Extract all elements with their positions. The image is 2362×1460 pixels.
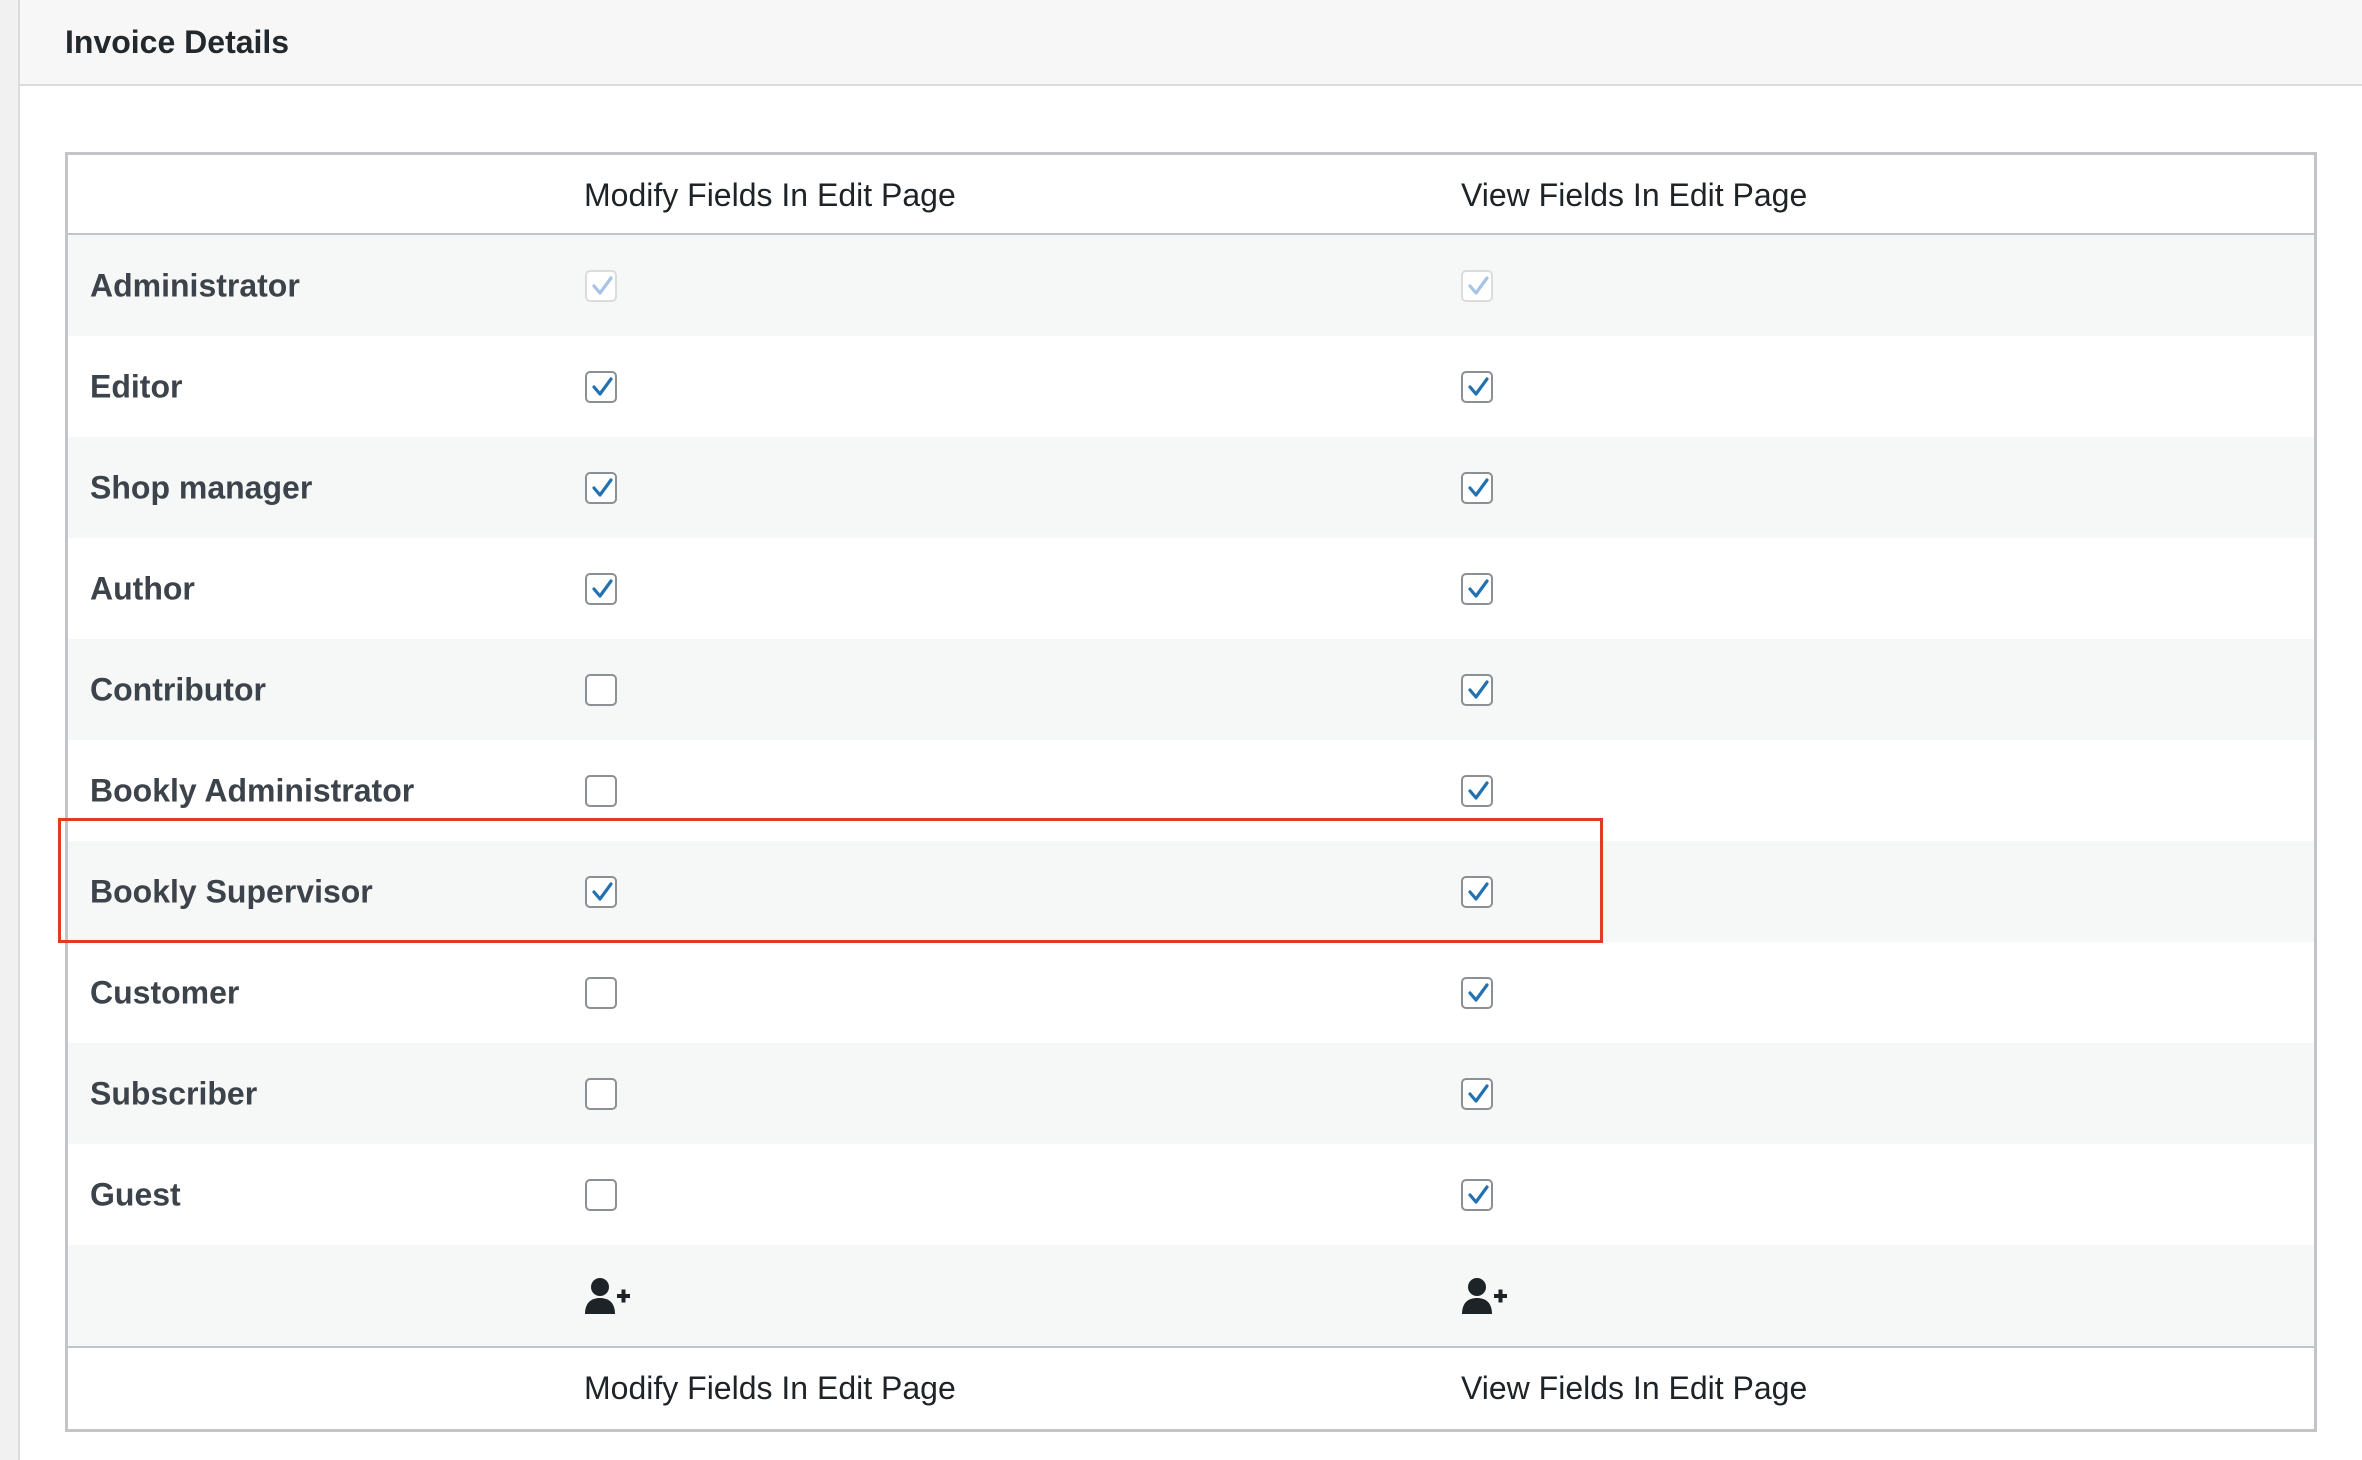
invoice-details-panel: Invoice Details Modify Fields In Edit Pa… bbox=[18, 0, 2362, 1460]
table-row: Subscriber bbox=[68, 1043, 2314, 1144]
table-header-row: Modify Fields In Edit Page View Fields I… bbox=[68, 155, 2314, 235]
table-row: Guest bbox=[68, 1144, 2314, 1245]
table-row: Bookly Administrator bbox=[68, 740, 2314, 841]
modify-checkbox[interactable] bbox=[585, 774, 617, 807]
view-checkbox[interactable] bbox=[1461, 572, 1493, 605]
modify-checkbox[interactable] bbox=[585, 1178, 617, 1211]
header-modify-fields: Modify Fields In Edit Page bbox=[584, 177, 956, 213]
role-label: Guest bbox=[90, 1176, 181, 1212]
modify-checkbox[interactable] bbox=[585, 269, 617, 302]
view-checkbox[interactable] bbox=[1461, 370, 1493, 403]
modify-checkbox[interactable] bbox=[585, 875, 617, 908]
role-label: Bookly Administrator bbox=[90, 772, 415, 808]
user-plus-icon[interactable] bbox=[584, 1276, 632, 1316]
view-checkbox[interactable] bbox=[1461, 875, 1493, 908]
footer-view-fields: View Fields In Edit Page bbox=[1461, 1370, 1808, 1406]
footer-modify-fields: Modify Fields In Edit Page bbox=[584, 1370, 956, 1406]
permissions-table: Modify Fields In Edit Page View Fields I… bbox=[65, 152, 2317, 1432]
role-label: Bookly Supervisor bbox=[90, 873, 373, 909]
view-checkbox[interactable] bbox=[1461, 1178, 1493, 1211]
modify-checkbox[interactable] bbox=[585, 572, 617, 605]
modify-checkbox[interactable] bbox=[585, 370, 617, 403]
view-checkbox[interactable] bbox=[1461, 471, 1493, 504]
modify-checkbox[interactable] bbox=[585, 976, 617, 1009]
user-plus-icon[interactable] bbox=[1461, 1276, 1509, 1316]
view-checkbox[interactable] bbox=[1461, 269, 1493, 302]
modify-checkbox[interactable] bbox=[585, 673, 617, 706]
role-label: Contributor bbox=[90, 671, 266, 707]
view-checkbox[interactable] bbox=[1461, 1077, 1493, 1110]
table-row: Customer bbox=[68, 942, 2314, 1043]
modify-checkbox[interactable] bbox=[585, 1077, 617, 1110]
role-label: Administrator bbox=[90, 267, 300, 303]
table-row: Shop manager bbox=[68, 437, 2314, 538]
modify-checkbox[interactable] bbox=[585, 471, 617, 504]
view-checkbox[interactable] bbox=[1461, 976, 1493, 1009]
table-row: Administrator bbox=[68, 235, 2314, 336]
view-checkbox[interactable] bbox=[1461, 774, 1493, 807]
role-label: Shop manager bbox=[90, 469, 313, 505]
header-view-fields: View Fields In Edit Page bbox=[1461, 177, 1808, 213]
panel-header: Invoice Details bbox=[20, 0, 2362, 86]
table-row: Editor bbox=[68, 336, 2314, 437]
panel-title: Invoice Details bbox=[65, 24, 290, 60]
role-label: Author bbox=[90, 570, 195, 606]
table-row: Author bbox=[68, 538, 2314, 639]
table-row: Contributor bbox=[68, 639, 2314, 740]
table-row: Bookly Supervisor bbox=[68, 841, 2314, 942]
add-role-row bbox=[68, 1245, 2314, 1346]
view-checkbox[interactable] bbox=[1461, 673, 1493, 706]
table-footer-row: Modify Fields In Edit Page View Fields I… bbox=[68, 1346, 2314, 1429]
role-label: Editor bbox=[90, 368, 183, 404]
role-label: Subscriber bbox=[90, 1075, 258, 1111]
role-label: Customer bbox=[90, 974, 240, 1010]
